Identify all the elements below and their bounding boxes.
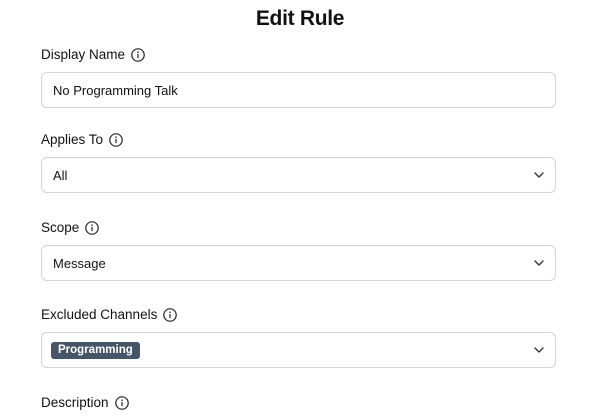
info-icon[interactable] bbox=[109, 133, 123, 147]
scope-label: Scope bbox=[41, 220, 100, 236]
excluded-channels-label: Excluded Channels bbox=[41, 307, 178, 323]
info-icon[interactable] bbox=[163, 308, 178, 322]
description-label-text: Description bbox=[41, 395, 109, 410]
excluded-channels-label-text: Excluded Channels bbox=[41, 307, 158, 322]
scope-value: Message bbox=[53, 255, 106, 271]
scope-select[interactable]: Message bbox=[41, 245, 556, 281]
applies-to-value: All bbox=[53, 167, 68, 183]
applies-to-select[interactable]: All bbox=[41, 157, 556, 193]
scope-label-text: Scope bbox=[41, 220, 80, 235]
display-name-label-text: Display Name bbox=[41, 47, 126, 62]
applies-to-label: Applies To bbox=[41, 132, 123, 148]
display-name-label: Display Name bbox=[41, 47, 145, 63]
display-name-input[interactable]: No Programming Talk bbox=[41, 72, 556, 108]
channel-chip[interactable]: Programming bbox=[51, 342, 140, 359]
display-name-value: No Programming Talk bbox=[53, 82, 178, 98]
chevron-down-icon bbox=[533, 257, 545, 269]
excluded-channels-select[interactable]: Programming bbox=[41, 332, 556, 368]
chevron-down-icon bbox=[533, 344, 545, 356]
info-icon[interactable] bbox=[114, 396, 129, 410]
page-title: Edit Rule bbox=[255, 7, 345, 30]
applies-to-label-text: Applies To bbox=[41, 132, 104, 147]
chip-list: Programming bbox=[51, 341, 533, 359]
info-icon[interactable] bbox=[131, 48, 145, 62]
description-label: Description bbox=[41, 395, 129, 411]
info-icon[interactable] bbox=[85, 221, 100, 235]
chevron-down-icon bbox=[533, 169, 545, 181]
